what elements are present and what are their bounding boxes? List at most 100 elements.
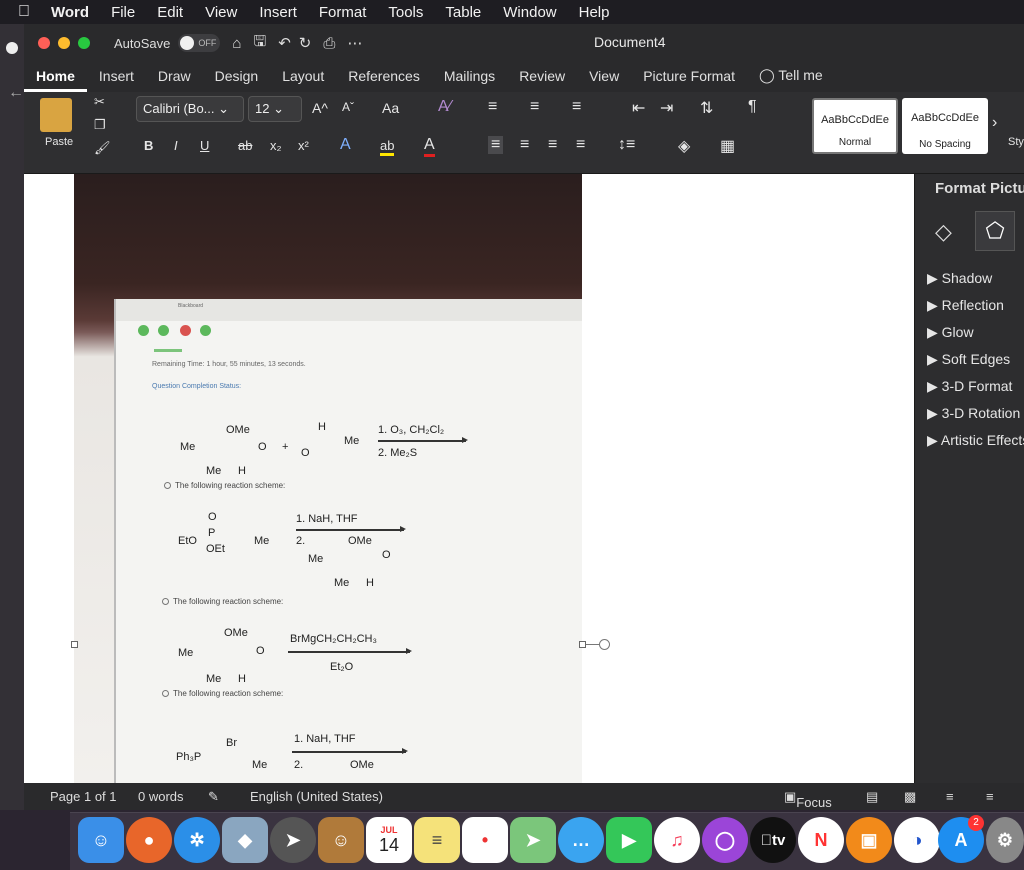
finder-icon[interactable]: ☺ <box>78 817 124 863</box>
effects-icon[interactable]: ⬠ <box>975 211 1015 251</box>
tab-insert[interactable]: Insert <box>87 68 146 92</box>
safari-icon[interactable]: ✲ <box>174 817 220 863</box>
line-spacing-icon[interactable]: ↕≡ <box>618 136 635 154</box>
styles-more-chevron-icon[interactable]: › <box>992 114 997 132</box>
align-right-icon[interactable]: ≡ <box>548 136 557 154</box>
italic-button[interactable]: I <box>174 138 178 153</box>
increase-indent-icon[interactable]: ⇥ <box>660 98 673 118</box>
zoom-window-button[interactable] <box>78 37 90 49</box>
draft-icon[interactable]: ≡ <box>986 789 994 804</box>
resize-handle-left[interactable] <box>71 641 78 648</box>
autosave-toggle[interactable]: OFF <box>178 34 221 52</box>
justify-icon[interactable]: ≡ <box>576 136 585 154</box>
bullets-icon[interactable]: ≡ <box>488 98 497 116</box>
preview-icon[interactable]: ◆ <box>222 817 268 863</box>
undo-icon[interactable]: ↶ <box>278 34 291 52</box>
menu-tools[interactable]: Tools <box>377 4 434 21</box>
text-effects-button[interactable]: A <box>340 136 351 154</box>
tab-layout[interactable]: Layout <box>270 68 336 92</box>
music-icon[interactable]: ♫ <box>654 817 700 863</box>
app-menu[interactable]: Word <box>40 4 100 21</box>
decrease-indent-icon[interactable]: ⇤ <box>632 98 645 118</box>
tab-home[interactable]: Home <box>24 68 87 92</box>
apple-tv-icon[interactable]: tv <box>750 817 796 863</box>
calendar-icon[interactable]: JUL 14 <box>366 817 412 863</box>
resize-handle-right[interactable] <box>579 641 586 648</box>
document-canvas[interactable]: Blackboard Remaining Time: 1 hour, 55 mi… <box>24 174 914 783</box>
notes-icon[interactable]: ≡ <box>414 817 460 863</box>
clear-formatting-icon[interactable]: A∕ <box>438 98 451 116</box>
print-icon[interactable]: ⎙ <box>323 35 335 52</box>
shading-icon[interactable]: ◈ <box>678 136 690 156</box>
more-icon[interactable]: ⋯ <box>347 34 362 52</box>
font-name-select[interactable]: Calibri (Bo... ⌄ <box>136 96 244 122</box>
messages-icon[interactable]: … <box>558 817 604 863</box>
menu-window[interactable]: Window <box>492 4 567 21</box>
show-formatting-icon[interactable]: ¶ <box>748 98 757 116</box>
maps-icon[interactable]: ➤ <box>510 817 556 863</box>
redo-icon[interactable]: ↻ <box>299 34 312 52</box>
fill-line-icon[interactable]: ◇ <box>935 219 952 245</box>
soft-edges-section[interactable]: ▶ Soft Edges <box>915 346 1024 373</box>
inserted-photo[interactable]: Blackboard Remaining Time: 1 hour, 55 mi… <box>74 174 582 783</box>
books-icon[interactable]: ▣ <box>846 817 892 863</box>
tab-tell-me[interactable]: ◯ Tell me <box>747 67 835 92</box>
menu-help[interactable]: Help <box>568 4 621 21</box>
r2-option[interactable]: The following reaction scheme: <box>162 597 283 606</box>
tab-draw[interactable]: Draw <box>146 68 203 92</box>
format-painter-icon[interactable]: 🖌 <box>94 140 111 156</box>
numbering-icon[interactable]: ≡ <box>530 98 539 116</box>
apple-menu-icon[interactable]:  <box>0 3 40 21</box>
style-normal[interactable]: AaBbCcDdEe Normal <box>812 98 898 154</box>
tab-references[interactable]: References <box>336 68 432 92</box>
glow-section[interactable]: ▶ Glow <box>915 319 1024 346</box>
reflection-section[interactable]: ▶ Reflection <box>915 292 1024 319</box>
bold-button[interactable]: B <box>144 138 153 153</box>
print-layout-icon[interactable]: ▤ <box>866 789 878 805</box>
style-no-spacing[interactable]: AaBbCcDdEe No Spacing <box>902 98 988 154</box>
styles-pane-button[interactable]: Styles Pane <box>1008 136 1024 148</box>
align-left-icon[interactable]: ≡ <box>488 136 504 154</box>
shrink-font-button[interactable]: Aˇ <box>342 100 354 114</box>
copy-icon[interactable]: ❐ <box>94 117 106 133</box>
menu-edit[interactable]: Edit <box>146 4 194 21</box>
subscript-button[interactable]: x₂ <box>270 138 282 153</box>
borders-icon[interactable]: ▦ <box>720 136 735 156</box>
3d-rotation-section[interactable]: ▶ 3-D Rotation <box>915 400 1024 427</box>
word-count[interactable]: 0 words <box>138 789 184 804</box>
web-layout-icon[interactable]: ▩ <box>904 789 916 805</box>
tab-mailings[interactable]: Mailings <box>432 68 507 92</box>
strikethrough-button[interactable]: ab <box>238 138 252 153</box>
artistic-effects-section[interactable]: ▶ Artistic Effects <box>915 427 1024 454</box>
tab-design[interactable]: Design <box>203 68 271 92</box>
paste-icon[interactable] <box>40 98 72 132</box>
sort-icon[interactable]: ⇅ <box>700 98 713 118</box>
tab-picture-format[interactable]: Picture Format <box>631 68 747 92</box>
cut-icon[interactable]: ✂ <box>94 94 105 110</box>
r1-option[interactable]: The following reaction scheme: <box>164 481 285 490</box>
blue-app-icon[interactable]: ◑ <box>894 817 940 863</box>
close-window-button[interactable] <box>38 37 50 49</box>
shadow-section[interactable]: ▶ Shadow <box>915 265 1024 292</box>
r1-radio[interactable] <box>164 482 171 490</box>
page-count[interactable]: Page 1 of 1 <box>50 789 117 804</box>
multilevel-list-icon[interactable]: ≡ <box>572 98 581 116</box>
tab-view[interactable]: View <box>577 68 631 92</box>
align-center-icon[interactable]: ≡ <box>520 136 529 154</box>
firefox-icon[interactable]: ● <box>126 817 172 863</box>
podcasts-icon[interactable]: ◯ <box>702 817 748 863</box>
font-color-button[interactable]: A <box>424 136 435 157</box>
r3-radio[interactable] <box>162 690 169 698</box>
outline-icon[interactable]: ≡ <box>946 789 954 804</box>
contacts-icon[interactable]: ☺ <box>318 817 364 863</box>
menu-format[interactable]: Format <box>308 4 378 21</box>
r3-option[interactable]: The following reaction scheme: <box>162 689 283 698</box>
system-preferences-icon[interactable]: ⚙ <box>986 817 1024 863</box>
back-arrow-icon[interactable]: ← <box>8 84 24 102</box>
change-case-button[interactable]: Aa <box>382 100 399 116</box>
paste-button[interactable]: Paste <box>45 136 73 148</box>
highlight-button[interactable]: ab <box>380 138 395 156</box>
underline-button[interactable]: U <box>200 138 209 153</box>
menu-file[interactable]: File <box>100 4 146 21</box>
menu-view[interactable]: View <box>194 4 248 21</box>
